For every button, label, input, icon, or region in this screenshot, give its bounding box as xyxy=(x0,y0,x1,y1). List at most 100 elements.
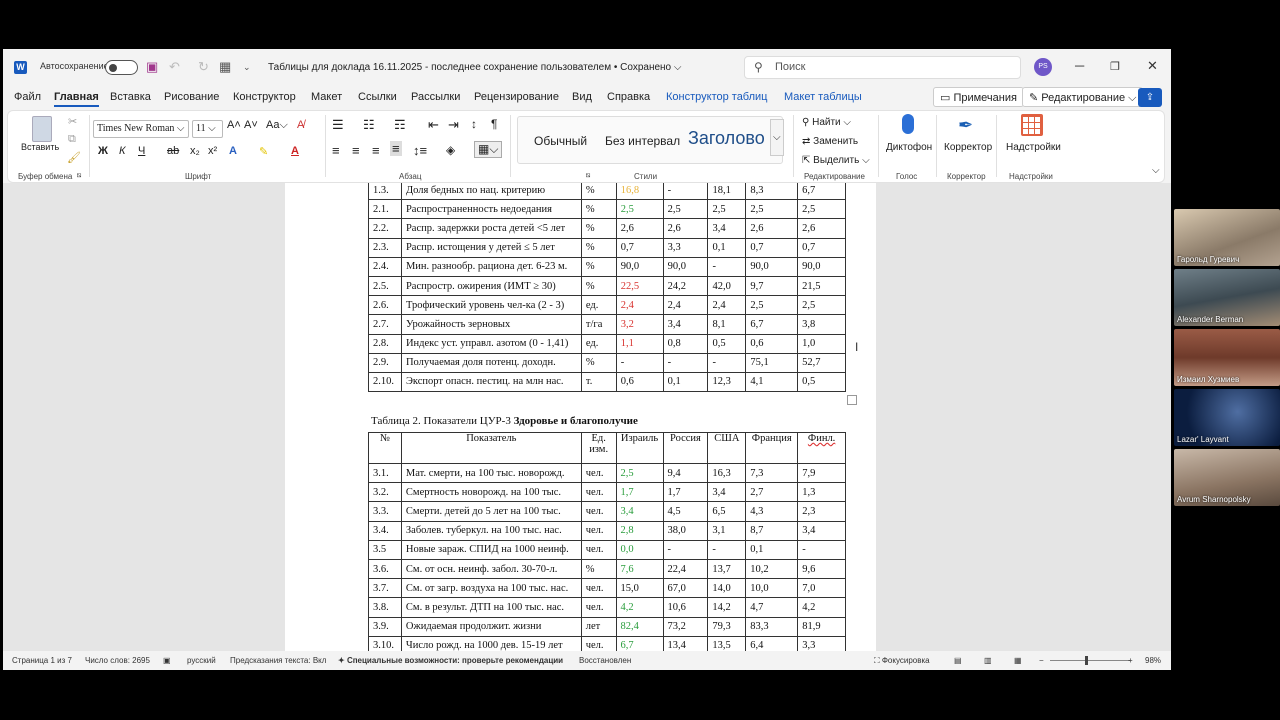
format-painter-icon[interactable]: 🖌 xyxy=(67,151,81,164)
table-cell[interactable]: чел. xyxy=(580,520,617,541)
editor-pen-icon[interactable]: ✒ xyxy=(958,115,973,136)
table-cell[interactable]: 4,1 xyxy=(745,371,799,393)
tab-review[interactable]: Рецензирование xyxy=(474,91,559,103)
table-cell[interactable]: 90,0 xyxy=(662,256,709,277)
table-cell[interactable]: 75,1 xyxy=(745,352,799,373)
participant-tile[interactable]: Гарольд Гуревич xyxy=(1174,209,1280,266)
table-cell[interactable]: 38,0 xyxy=(662,520,709,541)
table-cell[interactable]: 3.7. xyxy=(368,578,402,599)
table-cell[interactable]: 2.8. xyxy=(368,333,402,354)
font-size-box[interactable]: 11 ⌵ xyxy=(192,120,223,138)
bold-button[interactable]: Ж xyxy=(98,145,108,157)
microphone-icon[interactable] xyxy=(902,114,914,134)
save-icon[interactable]: ▣ xyxy=(146,59,158,75)
table-cell[interactable]: 1,1 xyxy=(615,333,664,354)
table-cell[interactable]: 3.5 xyxy=(368,539,402,560)
styles-more-icon[interactable]: ⌵ xyxy=(770,119,784,156)
change-case-icon[interactable]: Aa⌵ xyxy=(266,119,288,132)
zoom-level[interactable]: 98% xyxy=(1145,656,1161,665)
redo-icon[interactable]: ↻ xyxy=(198,59,209,75)
table-cell[interactable]: 16,3 xyxy=(707,462,747,484)
styles-launcher-icon[interactable]: ⧅ xyxy=(586,172,590,180)
tab-mailings[interactable]: Рассылки xyxy=(411,91,460,103)
table-cell[interactable]: Распр. задержки роста детей <5 лет xyxy=(400,218,582,239)
table-cell[interactable]: 2.3. xyxy=(368,237,402,258)
table-cell[interactable]: 4,2 xyxy=(615,597,664,618)
table-icon[interactable]: ▦ xyxy=(219,59,231,75)
zoom-slider[interactable] xyxy=(1050,660,1130,661)
sort-icon[interactable]: ↕ xyxy=(471,117,477,131)
table-cell[interactable]: 2,5 xyxy=(745,295,799,316)
table-cell[interactable]: 0,1 xyxy=(745,539,799,560)
table-cell[interactable]: - xyxy=(707,256,747,277)
search-box[interactable]: ⚲ Поиск xyxy=(744,56,1021,79)
table-cell[interactable]: 3,8 xyxy=(797,314,846,335)
table-cell[interactable]: 1,0 xyxy=(797,333,846,354)
tab-home[interactable]: Главная xyxy=(54,91,99,107)
addins-icon[interactable] xyxy=(1021,114,1043,136)
table-cell[interactable]: 4,7 xyxy=(745,597,799,618)
find-button[interactable]: ⚲ Найти ⌵ xyxy=(802,117,851,128)
table-cell[interactable]: 2.6. xyxy=(368,295,402,316)
table-cell[interactable]: Ожидаемая продолжит. жизни xyxy=(400,616,582,637)
table-cell[interactable]: 2,6 xyxy=(745,218,799,239)
table-header-cell[interactable]: Финл. xyxy=(797,432,846,464)
tab-design[interactable]: Конструктор xyxy=(233,91,296,103)
table-header-cell[interactable]: Ед. изм. xyxy=(580,432,617,464)
table-cell[interactable]: 9,4 xyxy=(662,462,709,484)
table-cell[interactable]: Трофический уровень чел-ка (2 - 3) xyxy=(400,295,582,316)
increase-indent-icon[interactable]: ⇥ xyxy=(448,117,459,133)
table-cell[interactable]: т. xyxy=(580,371,617,393)
table-cell[interactable]: Индекс уст. управл. азотом (0 - 1,41) xyxy=(400,333,582,354)
table-cell[interactable]: - xyxy=(797,539,846,560)
table-cell[interactable]: % xyxy=(580,558,617,580)
table-cell[interactable]: 24,2 xyxy=(662,275,709,297)
table-cell[interactable]: 9,6 xyxy=(797,558,846,580)
tab-references[interactable]: Ссылки xyxy=(358,91,397,103)
table-cell[interactable]: Урожайность зерновых xyxy=(400,314,582,335)
table-cell[interactable]: 90,0 xyxy=(745,256,799,277)
table-cell[interactable]: 0,0 xyxy=(615,539,664,560)
text-effects-icon[interactable]: A xyxy=(229,145,237,157)
table-cell[interactable]: 81,9 xyxy=(797,616,846,637)
table-cell[interactable]: 7,3 xyxy=(745,462,799,484)
table-cell[interactable]: 2,5 xyxy=(615,199,664,220)
tab-file[interactable]: Файл xyxy=(14,91,41,103)
table-cell[interactable]: 90,0 xyxy=(797,256,846,277)
table-cell[interactable]: - xyxy=(662,352,709,373)
table-cell[interactable]: 2,4 xyxy=(615,295,664,316)
font-color-icon[interactable]: A xyxy=(291,145,299,157)
zoom-in-icon[interactable]: + xyxy=(1128,656,1133,665)
table-cell[interactable]: чел. xyxy=(580,501,617,522)
borders-icon[interactable]: ▦⌵ xyxy=(474,141,503,158)
table-cell[interactable]: т/га xyxy=(580,314,617,335)
autosave-toggle[interactable] xyxy=(105,60,138,75)
focus-button[interactable]: ⛶ Фокусировка xyxy=(874,656,930,666)
table-cell[interactable]: Смерти. детей до 5 лет на 100 тыс. xyxy=(400,501,582,522)
align-left-icon[interactable]: ≡ xyxy=(332,143,340,158)
table-cell[interactable]: 52,7 xyxy=(797,352,846,373)
table-cell[interactable]: 7,9 xyxy=(797,462,846,484)
participant-tile[interactable]: Alexander Berman xyxy=(1174,269,1280,326)
table-header-cell[interactable]: Израиль xyxy=(615,432,664,464)
restore-icon[interactable]: ❐ xyxy=(1110,60,1120,73)
italic-button[interactable]: К xyxy=(119,145,125,157)
table-cell[interactable]: 2,3 xyxy=(797,501,846,522)
read-mode-icon[interactable]: ▤ xyxy=(954,656,962,665)
table-cell[interactable]: 3.9. xyxy=(368,616,402,637)
table-cell[interactable]: 0,7 xyxy=(615,237,664,258)
table-cell[interactable]: 2,5 xyxy=(707,199,747,220)
table-cell[interactable]: 1,7 xyxy=(662,482,709,503)
table-cell[interactable]: 7,6 xyxy=(615,558,664,580)
highlight-icon[interactable]: ✎ xyxy=(259,145,268,158)
table-cell[interactable]: 22,4 xyxy=(662,558,709,580)
table-cell[interactable]: % xyxy=(580,352,617,373)
table-header-cell[interactable]: Показатель xyxy=(400,432,582,464)
table-cell[interactable]: См. от осн. неинф. забол. 30-70-л. xyxy=(400,558,582,580)
table-cell[interactable]: 8,7 xyxy=(745,520,799,541)
table-resize-handle[interactable] xyxy=(847,395,857,405)
table-cell[interactable]: % xyxy=(580,275,617,297)
table-cell[interactable]: 2.9. xyxy=(368,352,402,373)
document-title[interactable]: Таблицы для доклада 16.11.2025 - последн… xyxy=(268,62,681,73)
multilevel-list-icon[interactable]: ☶ xyxy=(394,117,406,133)
